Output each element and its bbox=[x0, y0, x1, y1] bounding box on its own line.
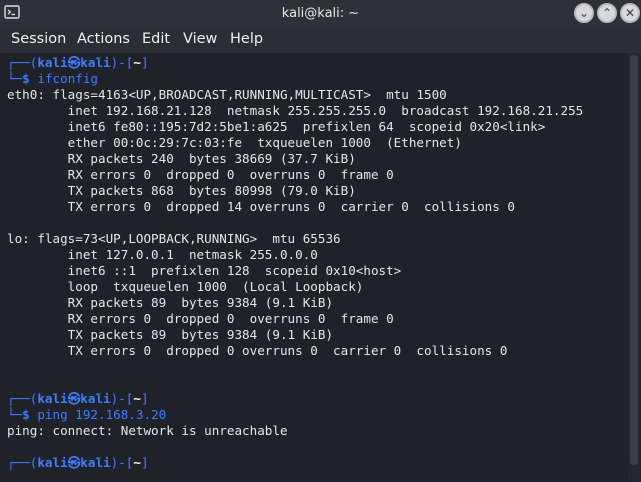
prompt-line-top: ┌──(kali㉿kali)-[~] bbox=[7, 391, 149, 407]
prompt-line-bottom: └─$ ifconfig bbox=[7, 71, 98, 87]
window-title: kali@kali: ~ bbox=[281, 6, 360, 21]
ping-error-line: ping: connect: Network is unreachable bbox=[7, 423, 288, 438]
output-line: RX errors 0 dropped 0 overruns 0 frame 0 bbox=[7, 311, 394, 326]
prompt-host: kali bbox=[80, 455, 111, 470]
prompt-at: ㉿ bbox=[67, 391, 81, 406]
output-line: TX errors 0 dropped 0 overruns 0 carrier… bbox=[7, 343, 508, 358]
menu-help[interactable]: Help bbox=[230, 27, 263, 53]
menu-edit[interactable]: Edit bbox=[142, 27, 170, 53]
prompt-host: kali bbox=[80, 55, 111, 70]
maximize-button[interactable]: ⌃ bbox=[597, 3, 617, 23]
menu-actions[interactable]: Actions bbox=[77, 27, 130, 53]
prompt-bracket-close: ] bbox=[140, 55, 149, 70]
prompt-corner: ┌──( bbox=[7, 455, 38, 470]
output-line: inet6 ::1 prefixlen 128 scopeid 0x10<hos… bbox=[7, 263, 402, 278]
command-ifconfig: ifconfig bbox=[37, 71, 99, 86]
prompt-corner-bottom: └─ bbox=[7, 71, 23, 86]
prompt-bracket-open: )-[ bbox=[110, 55, 134, 70]
command-ping: ping 192.168.3.20 bbox=[37, 407, 167, 422]
output-line: TX errors 0 dropped 14 overruns 0 carrie… bbox=[7, 199, 515, 214]
prompt-line-top: ┌──(kali㉿kali)-[~] bbox=[7, 55, 149, 71]
output-line: inet6 fe80::195:7d2:5be1:a625 prefixlen … bbox=[7, 119, 546, 134]
prompt-dollar: $ bbox=[22, 407, 30, 422]
output-line: inet 192.168.21.128 netmask 255.255.255.… bbox=[7, 103, 584, 118]
prompt-corner: ┌──( bbox=[7, 55, 38, 70]
prompt-user: kali bbox=[37, 55, 68, 70]
menu-bar: Session Actions Edit View Help bbox=[0, 27, 641, 53]
prompt-path: ~ bbox=[133, 455, 141, 470]
prompt-bracket-open: )-[ bbox=[110, 391, 134, 406]
prompt-bracket-open: )-[ bbox=[110, 455, 134, 470]
close-button[interactable]: ✕ bbox=[620, 3, 640, 23]
prompt-path: ~ bbox=[133, 391, 141, 406]
title-bar[interactable]: kali@kali: ~ ⌄ ⌃ ✕ bbox=[0, 0, 641, 27]
terminal-window: kali@kali: ~ ⌄ ⌃ ✕ Session Actions Edit … bbox=[0, 0, 641, 482]
prompt-at: ㉿ bbox=[67, 55, 81, 70]
prompt-dollar: $ bbox=[22, 71, 30, 86]
prompt-user: kali bbox=[37, 455, 68, 470]
minimize-button[interactable]: ⌄ bbox=[574, 3, 594, 23]
terminal-output[interactable]: ┌──(kali㉿kali)-[~] └─$ ifconfig eth0: fl… bbox=[0, 53, 628, 482]
prompt-bracket-close: ] bbox=[140, 391, 149, 406]
prompt-path: ~ bbox=[133, 55, 141, 70]
output-line: ether 00:0c:29:7c:03:fe txqueuelen 1000 … bbox=[7, 135, 462, 150]
prompt-host: kali bbox=[80, 391, 111, 406]
prompt-bracket-close: ] bbox=[140, 455, 149, 470]
scrollbar-thumb[interactable] bbox=[630, 55, 638, 465]
output-line: lo: flags=73<UP,LOOPBACK,RUNNING> mtu 65… bbox=[7, 231, 341, 246]
prompt-corner-bottom: └─ bbox=[7, 407, 23, 422]
output-line: loop txqueuelen 1000 (Local Loopback) bbox=[7, 279, 364, 294]
menu-session[interactable]: Session bbox=[11, 27, 66, 53]
prompt-line-bottom: └─$ ping 192.168.3.20 bbox=[7, 407, 166, 423]
output-line: RX packets 240 bytes 38669 (37.7 KiB) bbox=[7, 151, 356, 166]
menu-view[interactable]: View bbox=[183, 27, 217, 53]
output-line: TX packets 89 bytes 9384 (9.1 KiB) bbox=[7, 327, 334, 342]
output-line: RX errors 0 dropped 0 overruns 0 frame 0 bbox=[7, 167, 394, 182]
prompt-at: ㉿ bbox=[67, 455, 81, 470]
prompt-line-top: ┌──(kali㉿kali)-[~] bbox=[7, 455, 149, 471]
output-line: inet 127.0.0.1 netmask 255.0.0.0 bbox=[7, 247, 318, 262]
output-line: RX packets 89 bytes 9384 (9.1 KiB) bbox=[7, 295, 334, 310]
output-line: eth0: flags=4163<UP,BROADCAST,RUNNING,MU… bbox=[7, 87, 447, 102]
prompt-user: kali bbox=[37, 391, 68, 406]
prompt-corner: ┌──( bbox=[7, 391, 38, 406]
output-line: TX packets 868 bytes 80998 (79.0 KiB) bbox=[7, 183, 356, 198]
